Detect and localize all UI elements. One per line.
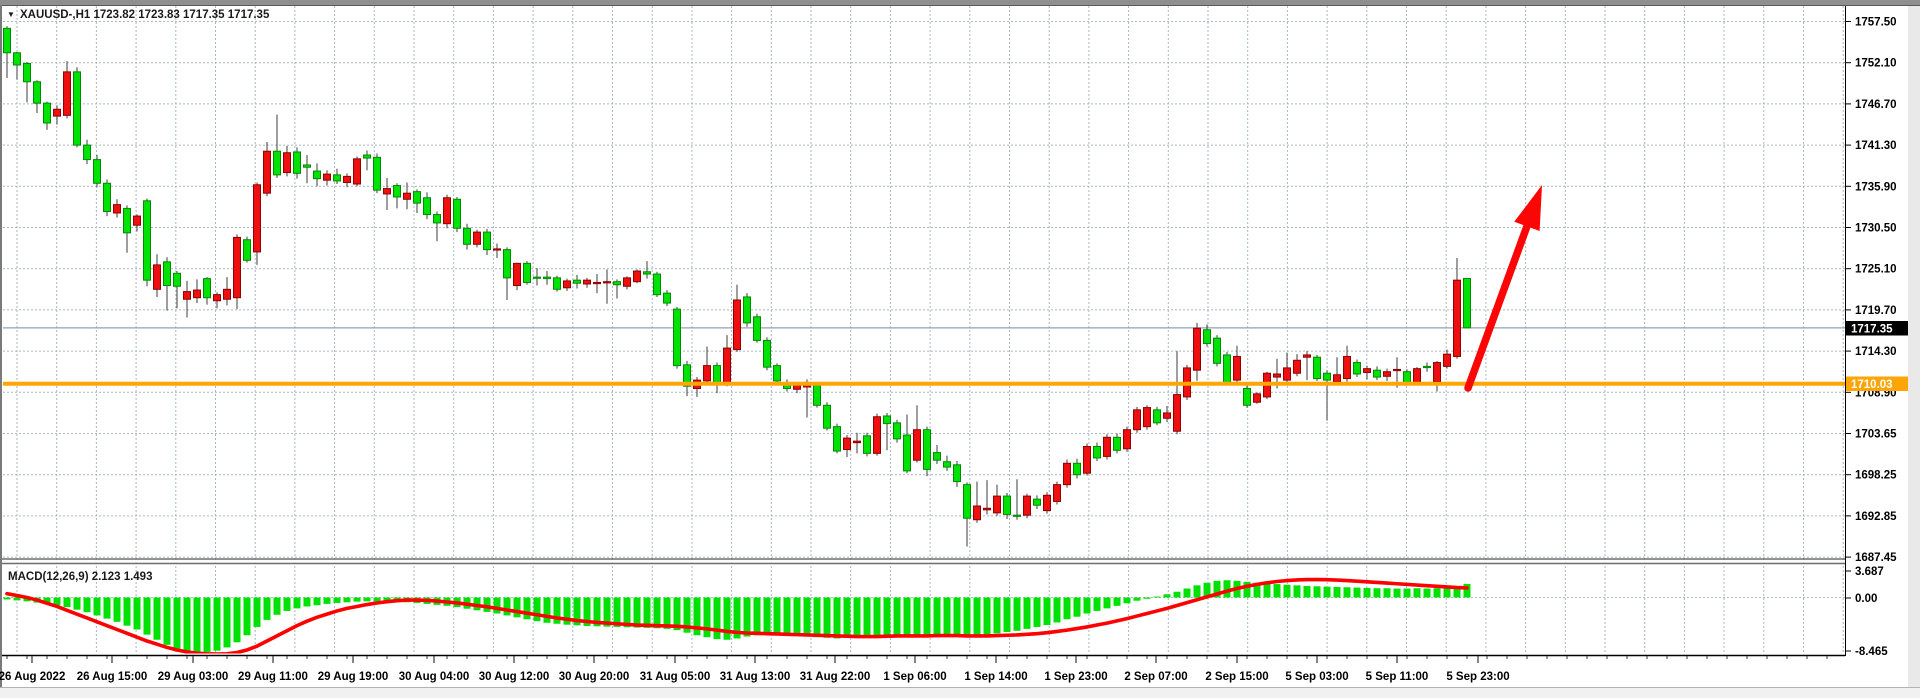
- symbol-header[interactable]: ▼ XAUUSD-,H1 1723.82 1723.83 1717.35 171…: [7, 9, 270, 21]
- time-axis-label: 31 Aug 13:00: [720, 671, 791, 683]
- panel-separator[interactable]: [2, 559, 1845, 564]
- price-axis-label: 1725.10: [1855, 264, 1897, 276]
- time-axis-label: 29 Aug 11:00: [238, 671, 308, 683]
- macd-axis-label: -8.465: [1855, 646, 1888, 658]
- price-axis-label: 1741.30: [1855, 140, 1897, 152]
- macd-axis-label: 0.00: [1855, 593, 1877, 605]
- chart-window: 1757.50 1752.10 1746.70 1741.30 1735.90 1730.…: [0, 0, 1920, 698]
- price-axis-label: 1703.65: [1855, 429, 1897, 441]
- time-axis-label: 31 Aug 05:00: [640, 671, 711, 683]
- macd-axis-label: 3.687: [1855, 566, 1884, 578]
- window-left-edge: [0, 5, 2, 698]
- window-right-strip: [1908, 6, 1920, 687]
- macd-indicator-label: MACD(12,26,9) 2.123 1.493: [8, 571, 152, 583]
- price-axis-label: 1687.45: [1855, 552, 1897, 564]
- time-axis-label: 5 Sep 03:00: [1285, 671, 1348, 683]
- time-axis-label: 30 Aug 04:00: [399, 671, 470, 683]
- window-top-edge: [0, 0, 1920, 5]
- price-axis-label: 1692.85: [1855, 511, 1897, 523]
- price-axis-label: 1735.90: [1855, 181, 1897, 193]
- price-axis-label: 1757.50: [1855, 17, 1897, 29]
- time-axis-label: 5 Sep 23:00: [1446, 671, 1509, 683]
- price-axis-label: 1752.10: [1855, 58, 1897, 70]
- time-axis-label: 1 Sep 06:00: [883, 671, 946, 683]
- hline-price-tag: 1710.03: [1846, 377, 1908, 392]
- time-axis-label: 1 Sep 23:00: [1044, 671, 1107, 683]
- time-axis-label: 2 Sep 07:00: [1124, 671, 1187, 683]
- hline-price-tag-label: 1710.03: [1851, 379, 1893, 391]
- time-axis-label: 31 Aug 22:00: [800, 671, 871, 683]
- symbol-ohlc-label: XAUUSD-,H1 1723.82 1723.83 1717.35 1717.…: [20, 9, 270, 21]
- time-axis-label: 5 Sep 11:00: [1366, 671, 1429, 683]
- window-bottom-strip: [0, 688, 1920, 698]
- price-axis-label: 1730.50: [1855, 223, 1897, 235]
- price-axis-label: 1719.70: [1855, 305, 1897, 317]
- time-axis-label: 30 Aug 12:00: [479, 671, 550, 683]
- time-axis-label: 29 Aug 19:00: [318, 671, 389, 683]
- time-axis-label: 26 Aug 15:00: [77, 671, 148, 683]
- price-axis-label: 1714.30: [1855, 346, 1897, 358]
- price-axis-label: 1746.70: [1855, 99, 1897, 111]
- symbol-dropdown-icon[interactable]: ▼: [7, 10, 15, 19]
- time-axis-label: 26 Aug 2022: [0, 671, 65, 683]
- time-axis-label: 1 Sep 14:00: [964, 671, 1027, 683]
- price-axis-label: 1698.25: [1855, 470, 1897, 482]
- time-axis-label: 30 Aug 20:00: [559, 671, 630, 683]
- bid-price-tag: 1717.35: [1846, 321, 1908, 336]
- bid-price-tag-label: 1717.35: [1851, 324, 1893, 336]
- time-axis-label: 29 Aug 03:00: [158, 671, 229, 683]
- time-axis-label: 2 Sep 15:00: [1205, 671, 1268, 683]
